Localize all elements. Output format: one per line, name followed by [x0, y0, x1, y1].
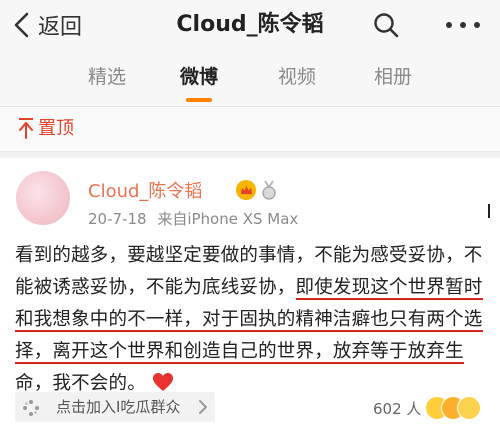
heart-icon — [153, 373, 173, 391]
active-tab-indicator — [186, 98, 212, 102]
more-icon[interactable] — [446, 11, 480, 39]
post-username[interactable]: Cloud_陈令韬 — [88, 177, 202, 203]
post-body[interactable]: 看到的越多，要越坚定要做的事情，不能为感受妥协，不能被诱惑妥协，不能为底线妥协，… — [15, 240, 487, 400]
medal-icon[interactable] — [260, 180, 278, 200]
chevron-right-icon — [199, 400, 208, 414]
reaction-count: 602 人 — [373, 400, 422, 418]
post-meta: 20-7-18 来自iPhone XS Max — [88, 208, 298, 229]
vip-crown-icon[interactable] — [236, 180, 256, 200]
avatar[interactable] — [16, 171, 70, 225]
tab-featured[interactable]: 精选 — [88, 62, 126, 89]
tab-weibo[interactable]: 微博 — [180, 62, 218, 89]
post-date: 20-7-18 — [88, 210, 147, 228]
pinned-row[interactable] — [0, 107, 500, 152]
group-icon — [23, 400, 39, 416]
grin-emoji-icon — [457, 396, 481, 420]
page-title: Cloud_陈令韬 — [176, 12, 324, 37]
tab-album[interactable]: 相册 — [374, 62, 412, 89]
post-source: 来自iPhone XS Max — [157, 210, 299, 228]
join-group-label: 点击加入I吃瓜群众 — [56, 398, 181, 416]
pinned-label: 置顶 — [38, 118, 74, 139]
profile-tabs: 精选 微博 视频 相册 — [0, 50, 500, 107]
text-cursor — [488, 204, 490, 218]
tab-video[interactable]: 视频 — [278, 62, 316, 89]
post-text-end: 。 — [127, 373, 146, 394]
search-icon[interactable] — [372, 11, 400, 39]
pin-icon — [19, 118, 33, 139]
